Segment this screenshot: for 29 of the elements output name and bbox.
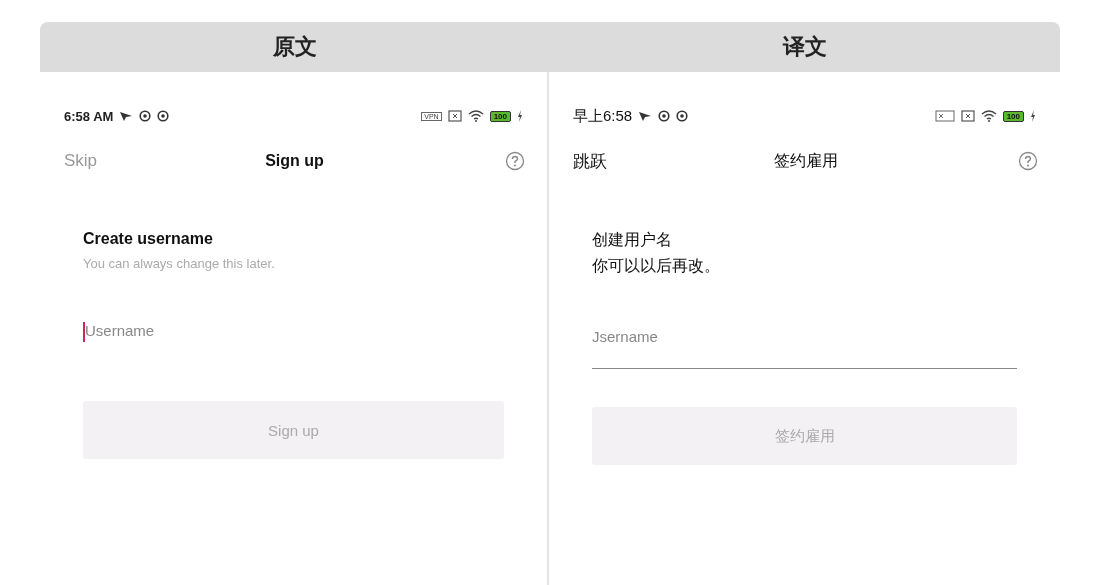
circle-icon: [139, 110, 152, 122]
bolt-icon: [517, 110, 523, 122]
status-time: 6:58 AM: [64, 108, 114, 124]
circle-icon: [676, 110, 689, 122]
battery-level: 100: [489, 110, 511, 122]
status-time: 早上6:58: [573, 106, 633, 126]
heading: 创建用户名: [592, 230, 673, 250]
location-arrow-icon: [638, 110, 653, 122]
circle-icon: [658, 110, 671, 122]
location-arrow-icon: [119, 110, 134, 122]
battery-level: 100: [1002, 110, 1024, 122]
column-label: 原文: [273, 32, 317, 61]
subtitle: 你可以以后再改。: [592, 256, 721, 276]
wifi-icon: [467, 110, 484, 122]
circle-icon: [157, 110, 170, 122]
username-field[interactable]: Jsername: [592, 327, 1017, 369]
help-icon: [505, 151, 525, 171]
heading: Create username: [83, 230, 214, 249]
page-title: 签约雇用: [773, 150, 838, 171]
column-label: 译文: [783, 32, 827, 61]
text-cursor: [83, 322, 85, 342]
wifi-icon: [980, 110, 997, 122]
skip-link[interactable]: 跳跃: [573, 149, 607, 173]
page-title: Sign up: [265, 152, 324, 170]
help-icon: [1018, 151, 1038, 171]
subtitle: You can always change this later.: [83, 256, 276, 271]
bolt-icon: [1030, 110, 1036, 122]
username-field[interactable]: Username: [85, 321, 504, 363]
skip-link[interactable]: Skip: [64, 151, 98, 171]
